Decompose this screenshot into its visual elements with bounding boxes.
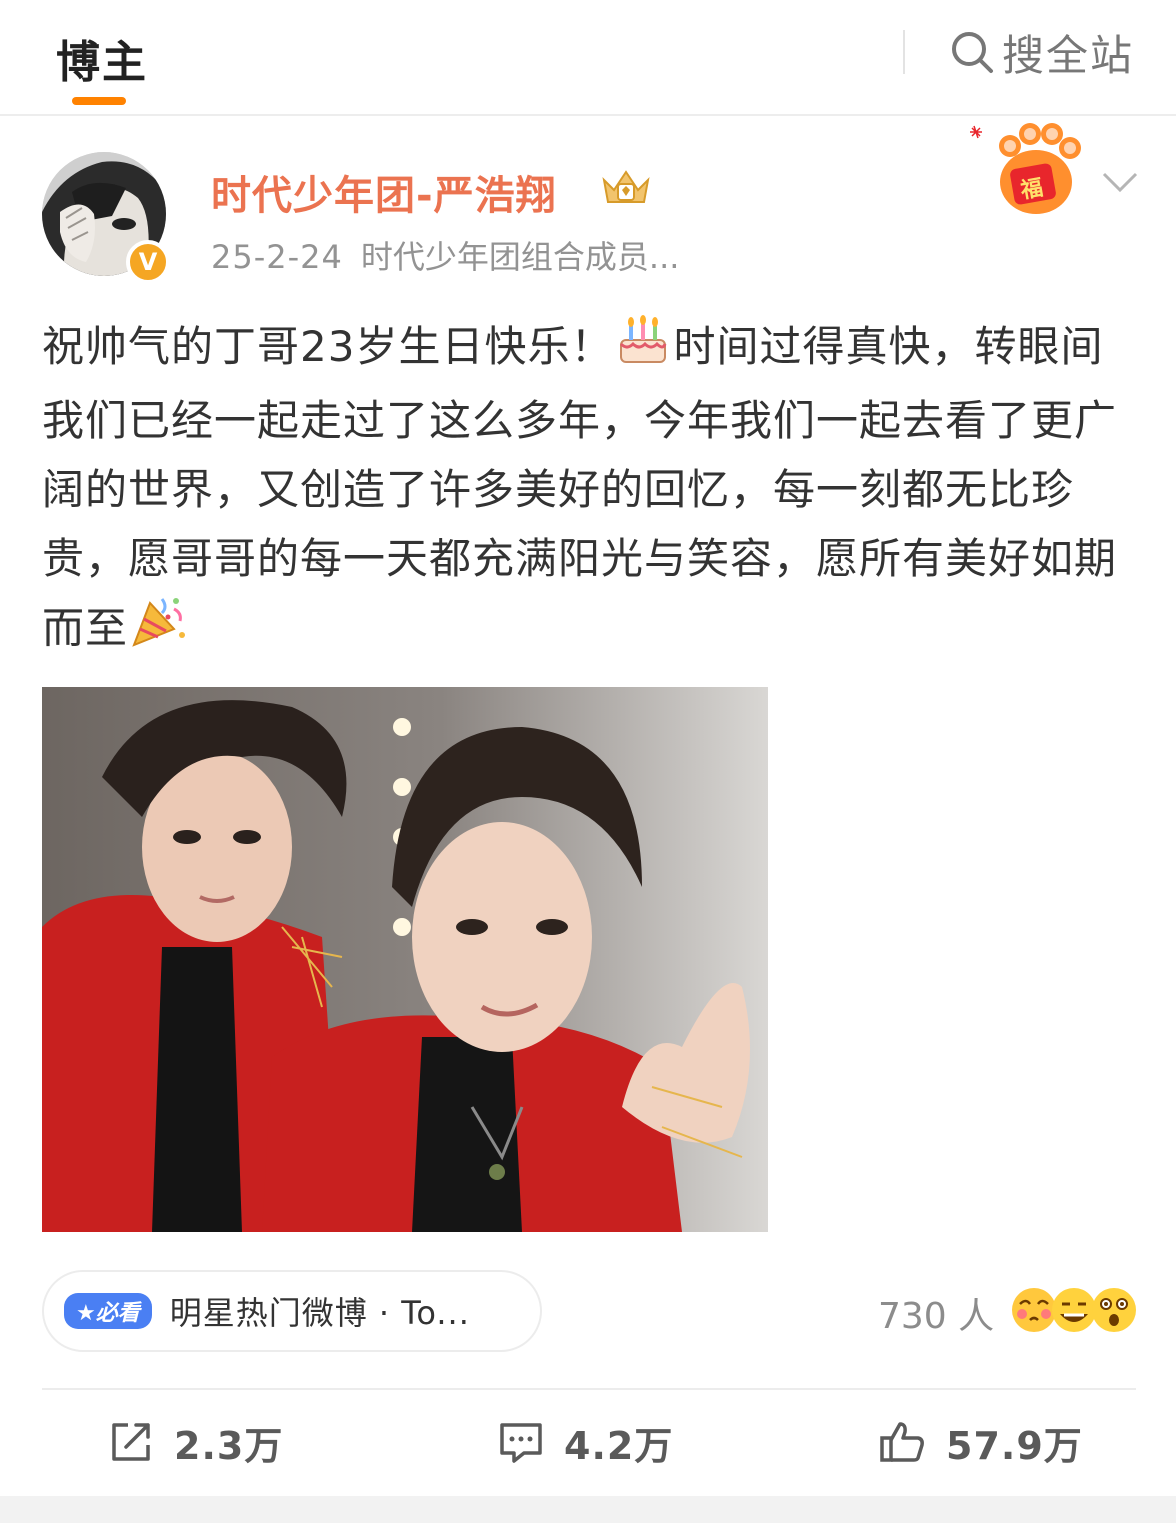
reaction-emojis[interactable]: [1008, 1284, 1138, 1338]
kiss-face-icon: [1012, 1288, 1056, 1332]
sticker-badge: 福: [1018, 175, 1045, 204]
topic-text: 明星热门微博 · To...: [169, 1294, 470, 1332]
comment-count: 4.2万: [564, 1423, 674, 1468]
topic-pill[interactable]: ★必看 明星热门微博 · To...: [42, 1270, 542, 1352]
post-meta: 25-2-24 时代少年团组合成员...: [211, 232, 679, 278]
cake-icon: [613, 314, 673, 386]
search-icon: [952, 32, 993, 73]
share-button[interactable]: 2.3万: [108, 1412, 283, 1472]
comment-button[interactable]: 4.2万: [498, 1412, 673, 1472]
like-count: 57.9万: [946, 1423, 1083, 1468]
post-photo[interactable]: [42, 687, 768, 1232]
post-text-part1: 祝帅气的丁哥23岁生日快乐！: [42, 322, 614, 371]
share-icon: [112, 1423, 150, 1461]
sticker-text: 虎气来了: [861, 147, 984, 196]
author-description: 时代少年团组合成员...: [360, 238, 680, 276]
tab-blogger[interactable]: 博主: [56, 26, 148, 90]
post-body: 祝帅气的丁哥23岁生日快乐！ 时间过得真快，转眼间我们已经一起走过了这么多年，今…: [42, 312, 1142, 669]
surprised-face-icon: [1092, 1288, 1136, 1332]
tiger-sticker-icon: 虎气来了 福: [860, 118, 1086, 222]
feed-separator: [0, 1496, 1176, 1523]
share-count: 2.3万: [174, 1423, 284, 1468]
nav-divider: [903, 30, 905, 74]
like-button[interactable]: 57.9万: [878, 1412, 1083, 1472]
author-name[interactable]: 时代少年团-严浩翔: [211, 163, 557, 221]
post-date: 25-2-24: [211, 238, 343, 276]
verified-badge-icon: V: [126, 240, 170, 284]
reaction-count[interactable]: 730 人: [878, 1287, 994, 1339]
actions-divider: [42, 1388, 1136, 1390]
post-text-part2: 时间过得真快，转眼间我们已经一起走过了这么多年，今年我们一起去看了更广阔的世界，…: [42, 322, 1118, 652]
chevron-down-icon[interactable]: [1100, 170, 1140, 198]
must-see-badge: ★必看: [64, 1293, 152, 1329]
grin-face-icon: [1052, 1288, 1096, 1332]
comment-icon: [500, 1423, 542, 1463]
thumbs-up-icon: [880, 1422, 924, 1462]
tab-active-indicator: [72, 97, 126, 105]
search-all-button[interactable]: 搜全站: [948, 26, 1134, 80]
search-label: 搜全站: [1002, 30, 1135, 80]
member-crown-icon[interactable]: [598, 166, 654, 212]
top-nav-bar: 博主 搜全站: [0, 0, 1176, 116]
party-popper-icon: [128, 593, 188, 669]
